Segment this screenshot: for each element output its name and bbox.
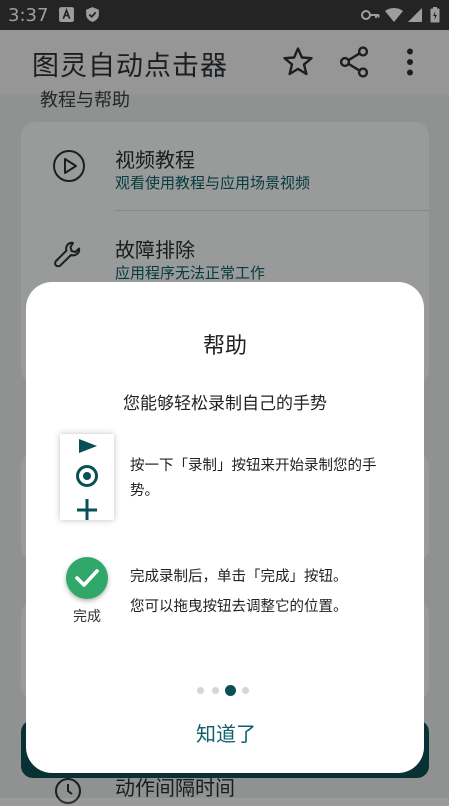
page-dot-active (225, 685, 236, 696)
step-record-text: 按一下「录制」按钮来开始录制您的手势。 (130, 458, 377, 499)
page-indicator (197, 684, 257, 696)
dialog-title: 帮助 (202, 334, 247, 359)
add-icon (77, 499, 97, 520)
help-dialog: 帮助 您能够轻松录制自己的手势 按一下「录制」按钮来开始录制您的手势。 完成 完… (26, 282, 424, 773)
check-icon (75, 569, 99, 587)
play-icon (79, 439, 97, 453)
record-icon (76, 465, 98, 487)
done-label: 完成 (73, 609, 101, 625)
page-dot (212, 687, 219, 694)
floating-control-illustration (60, 434, 114, 520)
page-dot (197, 687, 204, 694)
dialog-subtitle: 您能够轻松录制自己的手势 (123, 394, 327, 414)
done-button-illustration (66, 557, 108, 599)
step-done-text: 完成录制后，单击「完成」按钮。 (130, 569, 348, 585)
step-drag-text: 您可以拖曳按钮去调整它的位置。 (130, 599, 348, 615)
page-dot (242, 687, 249, 694)
got-it-button[interactable]: 知道了 (176, 718, 276, 750)
